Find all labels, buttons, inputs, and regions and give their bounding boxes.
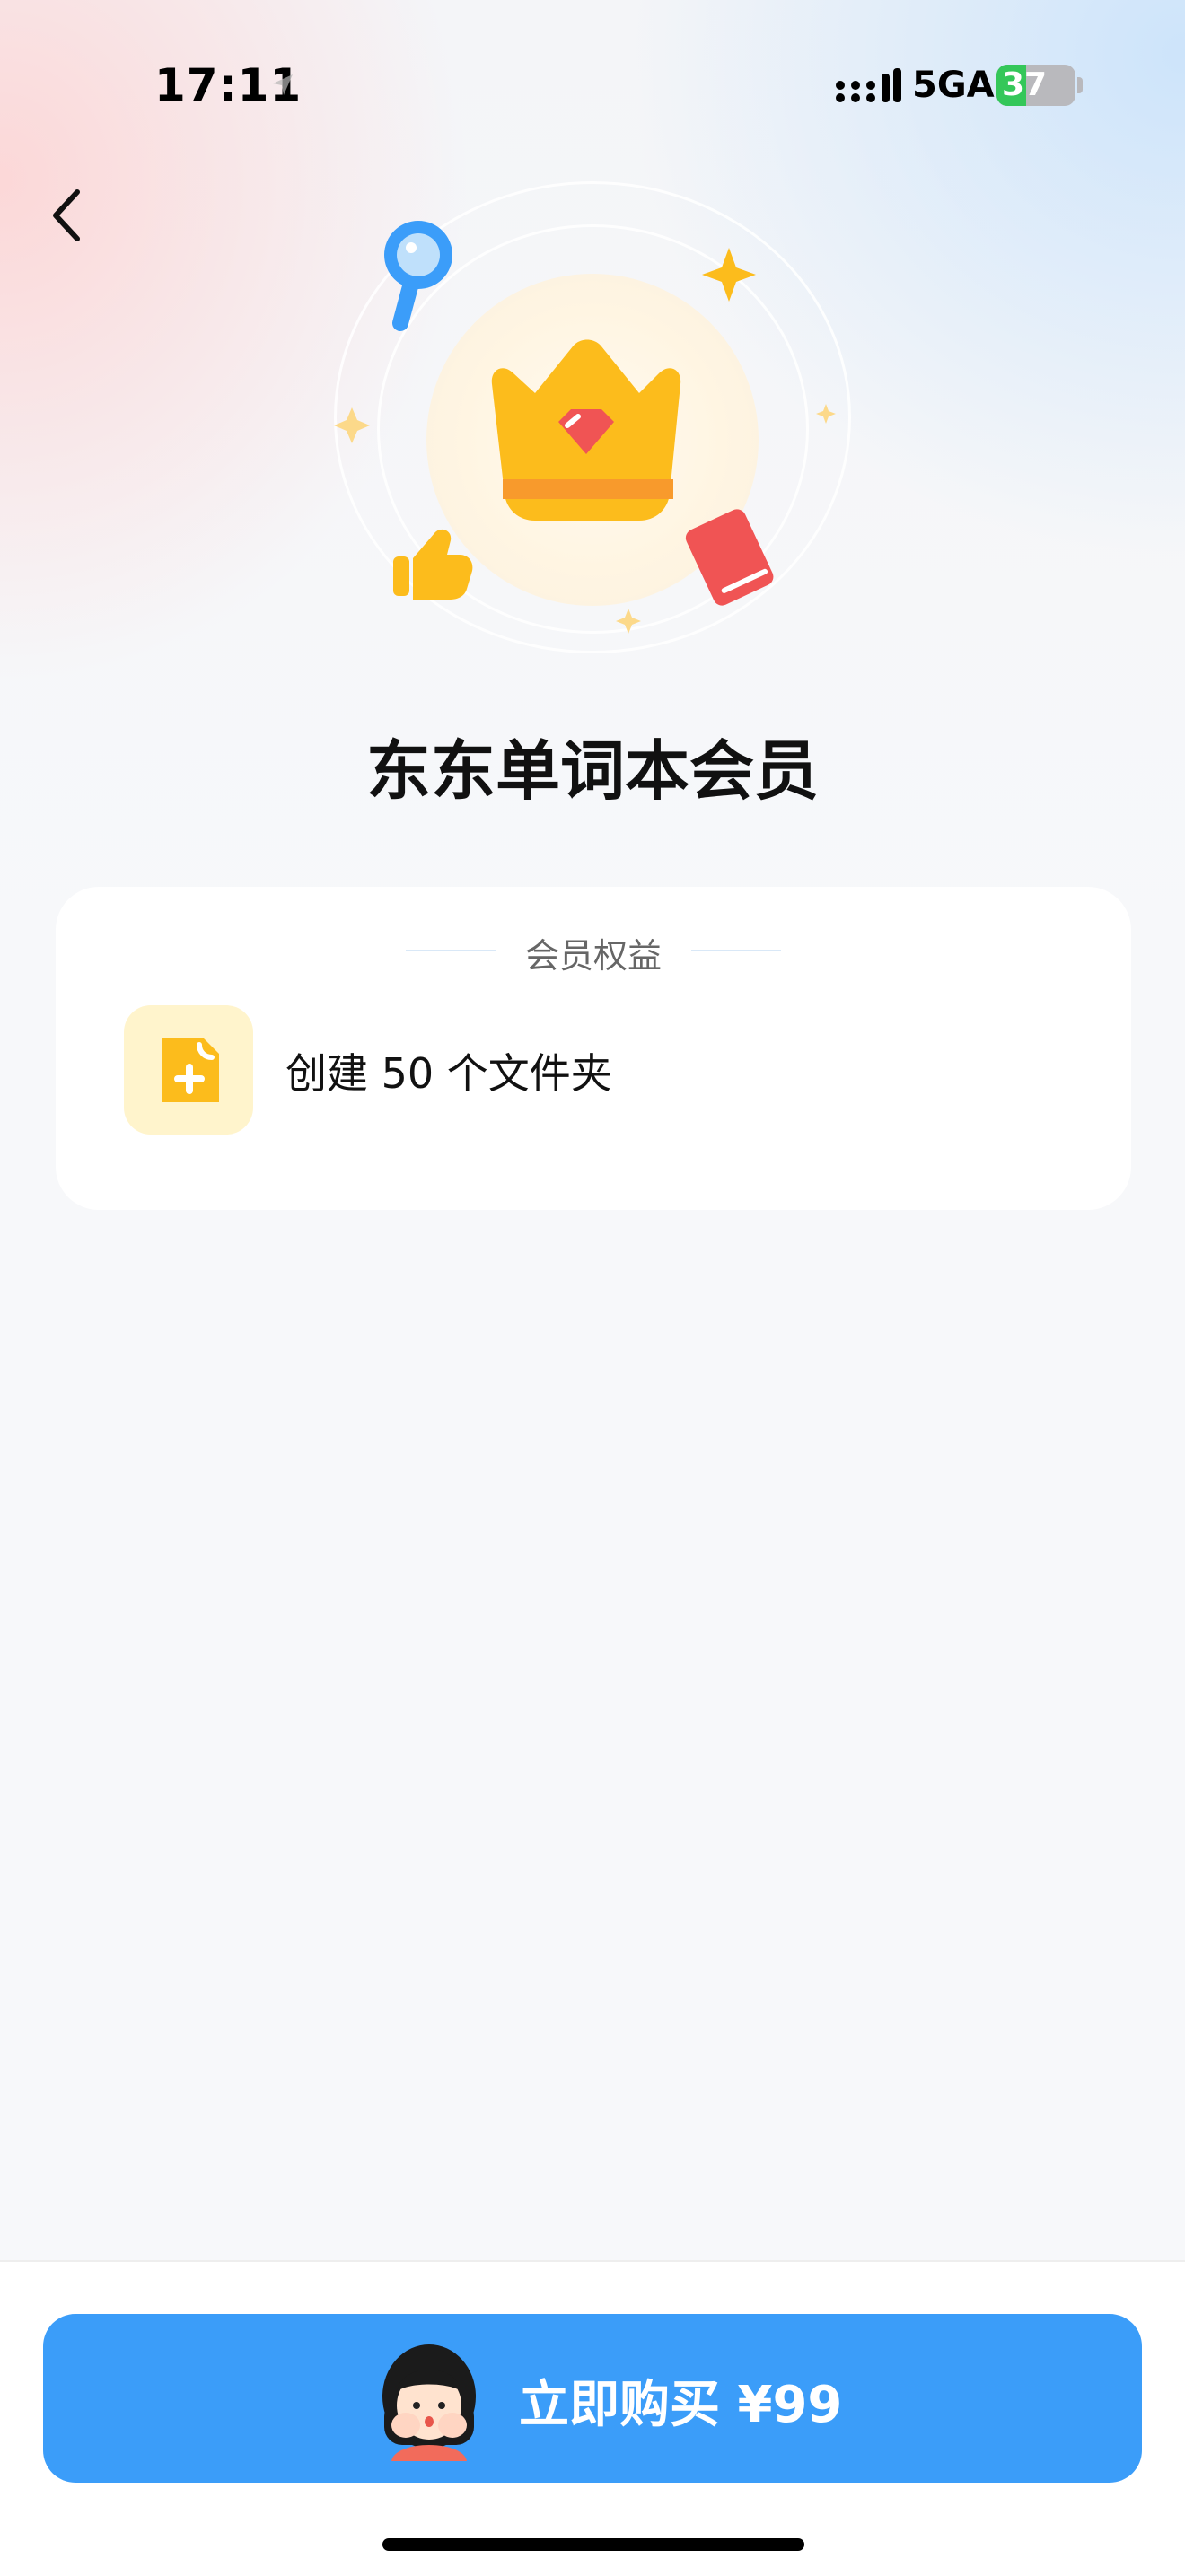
magnifier-icon [384,221,452,331]
add-file-icon [162,1038,219,1102]
buy-now-label: 立即购买 ¥99 [519,2376,843,2434]
header-divider-right [691,950,781,951]
benefit-item-label: 创建 50 个文件夹 [285,1049,612,1098]
benefits-header-text: 会员权益 [524,936,662,976]
girl-avatar-icon [382,2344,476,2461]
page-title: 东东单词本会员 [365,733,819,809]
battery-indicator: 37 [996,65,1075,106]
back-button[interactable] [40,180,93,251]
crown-icon [491,339,681,521]
benefits-card: 会员权益 创建 50 个文件夹 [56,887,1131,1210]
book-icon [685,509,774,606]
benefits-header: 会员权益 [56,928,1131,977]
header-divider-left [406,950,496,951]
location-arrow-icon [273,74,293,95]
battery-level: 37 [1002,66,1048,103]
network-type: 5GA [912,65,995,106]
battery-cap [1077,77,1083,93]
benefit-item-icon-box [124,1005,253,1135]
signal-strength-icon [836,68,901,102]
buy-now-button[interactable]: 立即购买 ¥99 [43,2314,1142,2483]
membership-hero-illustration [323,171,862,655]
thumbs-up-icon [393,529,473,600]
chevron-left-icon [53,189,80,241]
home-indicator[interactable] [382,2538,804,2551]
